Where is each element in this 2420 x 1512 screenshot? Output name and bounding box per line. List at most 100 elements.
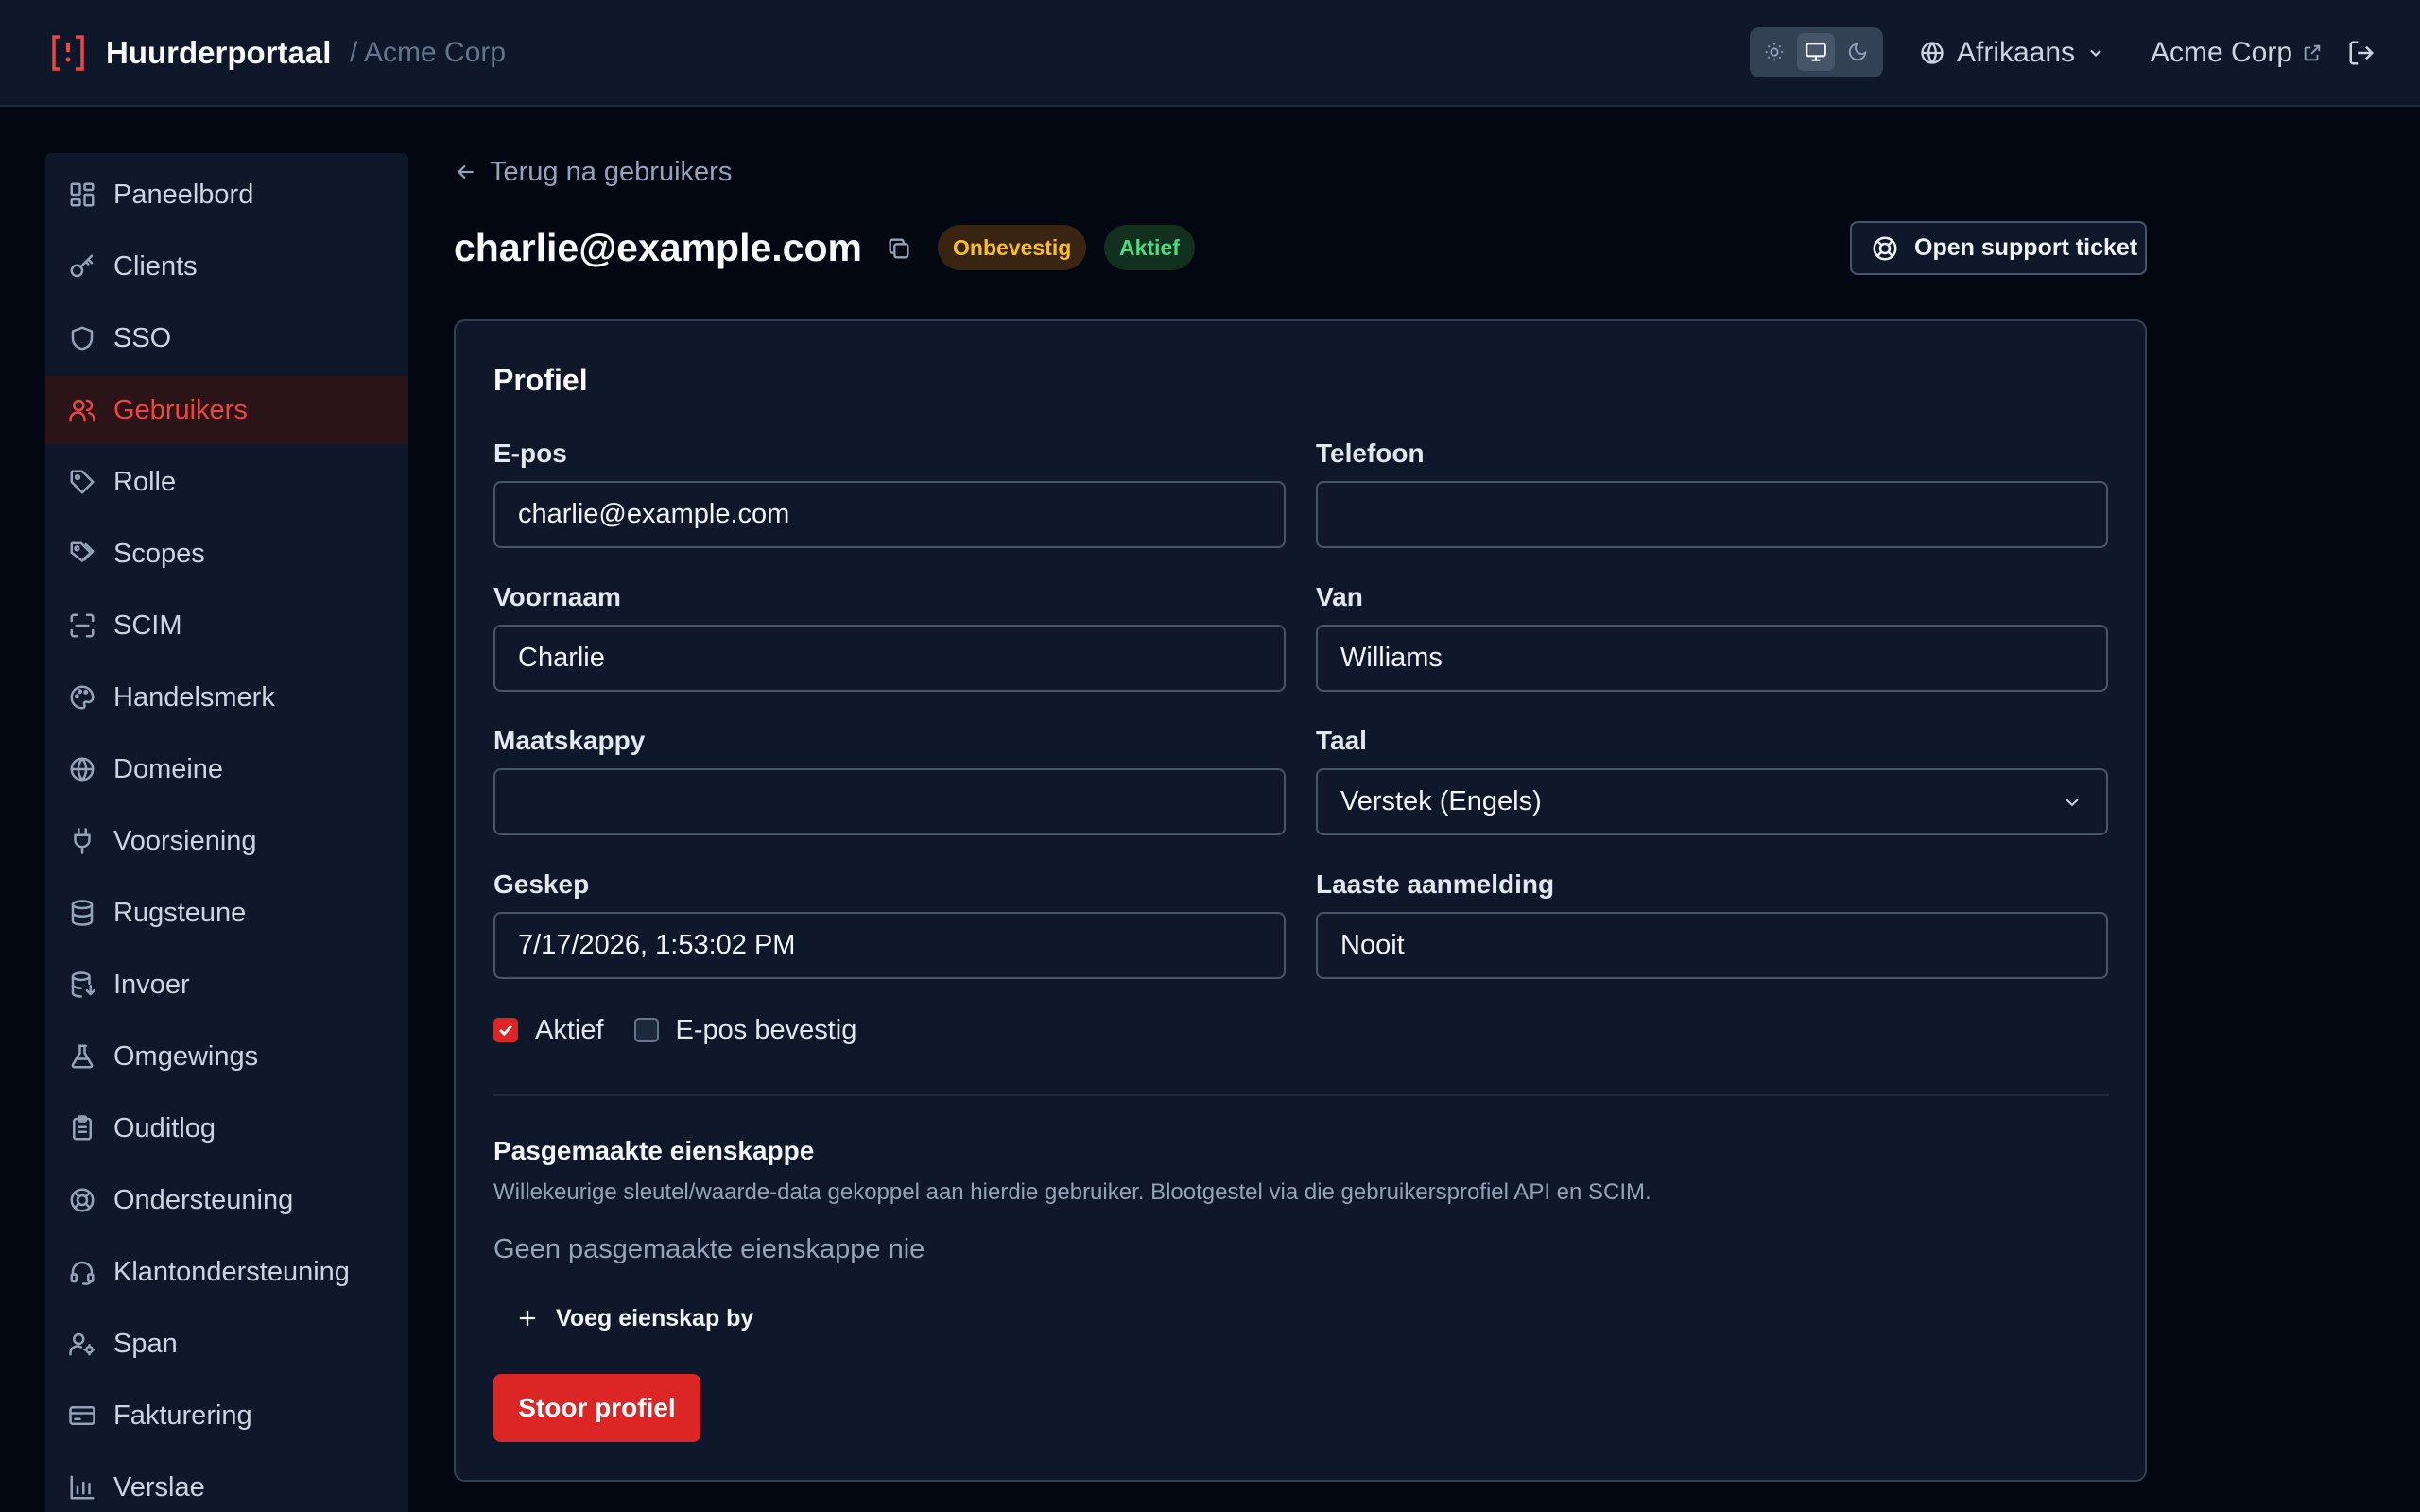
copy-icon [889, 238, 909, 259]
sidebar-item-klantondersteuning[interactable]: Klantondersteuning [45, 1238, 408, 1306]
lifebuoy-icon [1873, 236, 1897, 260]
plug-icon [74, 828, 91, 854]
sidebar-item-label: Verslae [113, 1471, 205, 1503]
scan-icon [70, 613, 95, 638]
logout-button[interactable] [2342, 34, 2380, 72]
globe-icon [70, 757, 95, 782]
check-icon [499, 1024, 512, 1037]
brand-name[interactable]: Huurderportaal [106, 32, 331, 74]
tags-icon [70, 541, 95, 562]
back-link-label: Terug na gebruikers [490, 156, 733, 187]
sidebar-item-verslae[interactable]: Verslae [45, 1453, 408, 1512]
sidebar-item-label: Scopes [113, 538, 205, 569]
sidebar-item-scim[interactable]: SCIM [45, 592, 408, 660]
sidebar-item-fakturering[interactable]: Fakturering [45, 1382, 408, 1450]
sidebar-item-ouditlog[interactable]: Ouditlog [45, 1094, 408, 1162]
sidebar-item-label: Ondersteuning [113, 1184, 294, 1215]
company-label: Maatskappy [493, 726, 646, 755]
sidebar-item-label: Omgewings [113, 1040, 259, 1072]
chevron-down-icon [2090, 49, 2101, 57]
tenant-breadcrumb: / Acme Corp [350, 37, 507, 68]
palette-icon [70, 685, 95, 710]
sidebar-item-handelsmerk[interactable]: Handelsmerk [45, 663, 408, 731]
sidebar-item-label: Paneelbord [113, 179, 254, 210]
arrow-left-icon [457, 164, 474, 180]
sun-icon [1765, 43, 1784, 61]
users-icon [69, 399, 95, 422]
sidebar-item-sso[interactable]: SSO [45, 304, 408, 372]
last-login-label: Laaste aanmelding [1316, 869, 1555, 899]
credit-card-icon [69, 1406, 95, 1425]
phone-field[interactable] [1316, 481, 2108, 548]
flask-icon [71, 1044, 94, 1069]
add-property-button[interactable]: Voeg eienskap by [514, 1295, 753, 1342]
dark-theme-button[interactable] [1839, 33, 1876, 71]
created-field [493, 912, 1286, 979]
profile-title: Profiel [493, 363, 588, 397]
sidebar-item-voorsiening[interactable]: Voorsiening [45, 807, 408, 875]
dashboard-icon [70, 182, 95, 207]
sidebar-item-omgewings[interactable]: Omgewings [45, 1022, 408, 1091]
clipboard-icon [73, 1115, 92, 1141]
last-name-label: Van [1316, 582, 1363, 611]
language-picker[interactable]: Afrikaans [1919, 28, 2105, 77]
external-link-icon [2304, 44, 2321, 61]
sidebar-item-paneelbord[interactable]: Paneelbord [45, 161, 408, 229]
system-theme-button[interactable] [1797, 33, 1835, 71]
lifebuoy-icon [70, 1188, 95, 1212]
brand-logo-icon [52, 35, 84, 71]
sidebar-item-label: Span [113, 1328, 178, 1359]
sidebar-item-label: Domeine [113, 753, 224, 784]
sidebar-item-invoer[interactable]: Invoer [45, 951, 408, 1019]
sidebar-item-label: SCIM [113, 610, 182, 641]
sidebar-item-domeine[interactable]: Domeine [45, 735, 408, 803]
theme-switcher [1750, 27, 1883, 77]
status-checkboxes: Aktief E-pos bevestig [493, 1011, 856, 1049]
profile-card: Profiel E-pos Telefoon Voornaam Van Maat… [454, 319, 2147, 1482]
active-checkbox[interactable] [493, 1018, 518, 1042]
light-theme-button[interactable] [1755, 33, 1793, 71]
sidebar: Paneelbord Clients SSO Gebruikers Rolle Scope… [45, 153, 408, 1512]
sidebar-item-rugsteune[interactable]: Rugsteune [45, 879, 408, 947]
last-name-field[interactable] [1316, 625, 2108, 692]
sidebar-item-label: Voorsiening [113, 825, 257, 856]
tenant-link-label: Acme Corp [2151, 37, 2293, 68]
section-divider [493, 1094, 2109, 1096]
logout-icon [2349, 41, 2375, 65]
active-checkbox-label: Aktief [535, 1014, 604, 1045]
tag-icon [70, 470, 95, 494]
support-button-label: Open support ticket [1914, 234, 2138, 261]
custom-properties-title: Pasgemaakte eienskappe [493, 1136, 815, 1165]
copy-email-button[interactable] [883, 232, 915, 265]
email-field[interactable] [493, 481, 1286, 548]
tenant-external-link[interactable]: Acme Corp [2151, 28, 2323, 77]
sidebar-item-span[interactable]: Span [45, 1310, 408, 1378]
save-profile-button[interactable]: Stoor profiel [493, 1374, 700, 1442]
sidebar-item-label: Rugsteune [113, 897, 247, 928]
sidebar-item-label: Invoer [113, 969, 190, 1000]
moon-icon [1848, 43, 1867, 61]
bar-chart-icon [70, 1475, 95, 1500]
sidebar-item-label: Fakturering [113, 1400, 252, 1431]
language-field-label: Taal [1316, 726, 1367, 755]
email-verified-checkbox[interactable] [633, 1018, 659, 1042]
sidebar-item-gebruikers[interactable]: Gebruikers [45, 376, 408, 444]
company-field[interactable] [493, 768, 1286, 835]
sidebar-item-rolle[interactable]: Rolle [45, 448, 408, 516]
last-login-field [1316, 912, 2108, 979]
first-name-field[interactable] [493, 625, 1286, 692]
language-select[interactable]: Verstek (Engels) [1316, 768, 2108, 835]
plus-icon [519, 1310, 536, 1327]
sidebar-item-scopes[interactable]: Scopes [45, 520, 408, 588]
phone-label: Telefoon [1316, 438, 1425, 468]
language-select-value: Verstek (Engels) [1340, 786, 1542, 816]
back-to-users-link[interactable]: Terug na gebruikers [454, 151, 732, 193]
status-badge-unverified: Onbevestig [938, 225, 1087, 270]
sidebar-item-clients[interactable]: Clients [45, 232, 408, 301]
status-badge-active: Aktief [1104, 225, 1195, 270]
open-support-ticket-button[interactable]: Open support ticket [1850, 221, 2147, 275]
sidebar-item-ondersteuning[interactable]: Ondersteuning [45, 1166, 408, 1234]
user-cog-icon [69, 1332, 95, 1356]
sidebar-item-label: Gebruikers [113, 394, 248, 425]
email-verified-label: E-pos bevestig [675, 1014, 857, 1045]
